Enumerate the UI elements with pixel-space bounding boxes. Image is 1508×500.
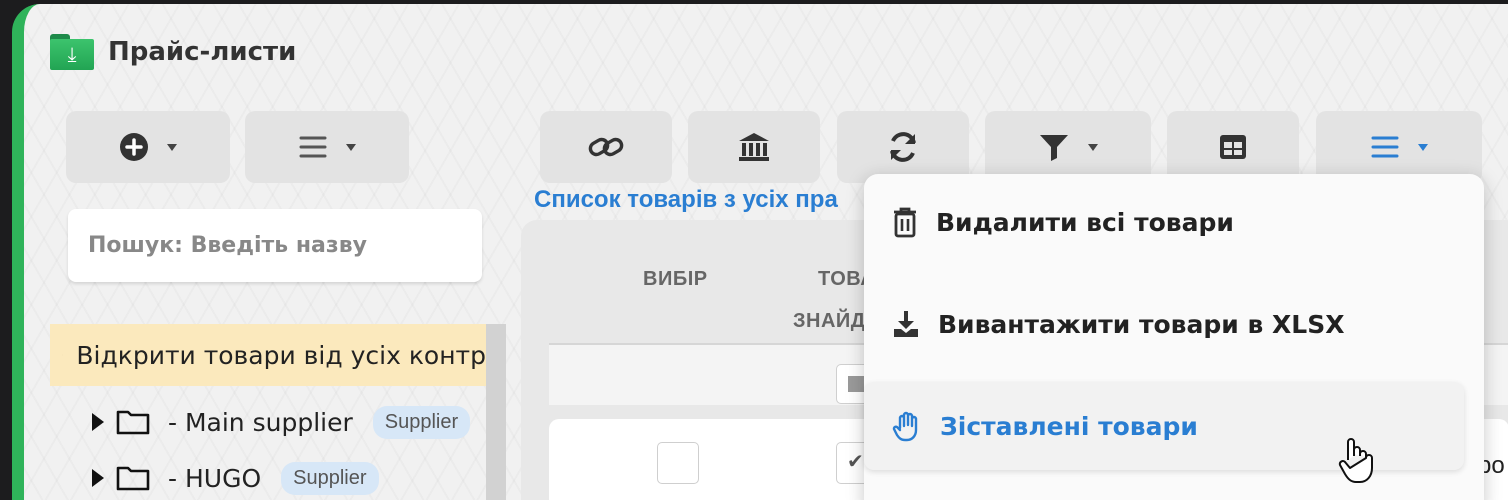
tree-item-hugo[interactable]: - HUGO Supplier [92,458,379,498]
menu-item-label: Видалити всі товари [936,207,1234,237]
link-icon [588,137,624,157]
chevron-down-icon [1088,143,1098,151]
folder-icon [116,466,150,491]
supplier-badge: Supplier [372,405,471,439]
table-icon [1220,135,1246,159]
folder-icon [116,410,150,435]
filter-dropdown-button[interactable] [985,111,1151,183]
actions-dropdown-menu: Видалити всі товари Вивантажити товари в… [864,174,1484,500]
expand-arrow-icon[interactable] [92,413,104,431]
supplier-tree: Відкрити товари від усіх контр - Main su… [50,324,506,500]
search-input[interactable]: Пошук: Введіть назву [68,209,482,282]
chevron-down-icon [1418,143,1428,151]
supplier-badge: Supplier [281,461,379,495]
column-header-select: ВИБІР [643,268,708,290]
plus-circle-icon [120,133,148,161]
chevron-down-icon [167,143,177,151]
list-title: Список товарів з усіх пра [534,186,838,213]
folder-download-icon: ⤓ [50,34,94,70]
tree-item-main-supplier[interactable]: - Main supplier Supplier [92,402,471,442]
tree-item-all-suppliers[interactable]: Відкрити товари від усіх контр [50,324,486,386]
hand-cursor-icon [1338,438,1373,483]
search-placeholder: Пошук: Введіть назву [88,233,367,258]
tree-item-label: - Main supplier [168,407,353,437]
more-actions-button[interactable] [1316,111,1482,183]
menu-item-delete-all[interactable]: Видалити всі товари [864,178,1464,266]
link-button[interactable] [540,111,672,183]
hand-icon [892,411,918,442]
refresh-button[interactable] [837,111,969,183]
column-header-product-line2: ЗНАЙД [793,310,866,332]
tree-menu-button[interactable] [245,111,409,183]
add-dropdown-button[interactable] [66,111,230,183]
page-title: Прайс-листи [108,37,297,67]
bank-button[interactable] [688,111,820,183]
page-header: ⤓ Прайс-листи [50,32,296,72]
refresh-icon [890,132,916,162]
expand-arrow-icon[interactable] [92,469,104,487]
filter-icon [1040,135,1068,161]
chevron-down-icon [346,143,356,151]
tree-scrollbar[interactable] [486,324,506,500]
check-icon: ✔ [847,451,864,473]
menu-item-label: Вивантажити товари в XLSX [938,309,1345,339]
hamburger-icon [1371,136,1399,158]
row-checkbox[interactable] [657,442,699,484]
tree-item-label: - HUGO [168,463,262,493]
menu-item-export-xlsx[interactable]: Вивантажити товари в XLSX [864,280,1464,368]
hamburger-icon [299,136,327,158]
menu-item-label: Зіставлені товари [940,411,1198,441]
download-icon [894,311,918,337]
trash-icon [894,207,916,238]
tree-root-label: Відкрити товари від усіх контр [76,340,486,370]
bank-icon [739,133,769,161]
table-view-button[interactable] [1167,111,1299,183]
